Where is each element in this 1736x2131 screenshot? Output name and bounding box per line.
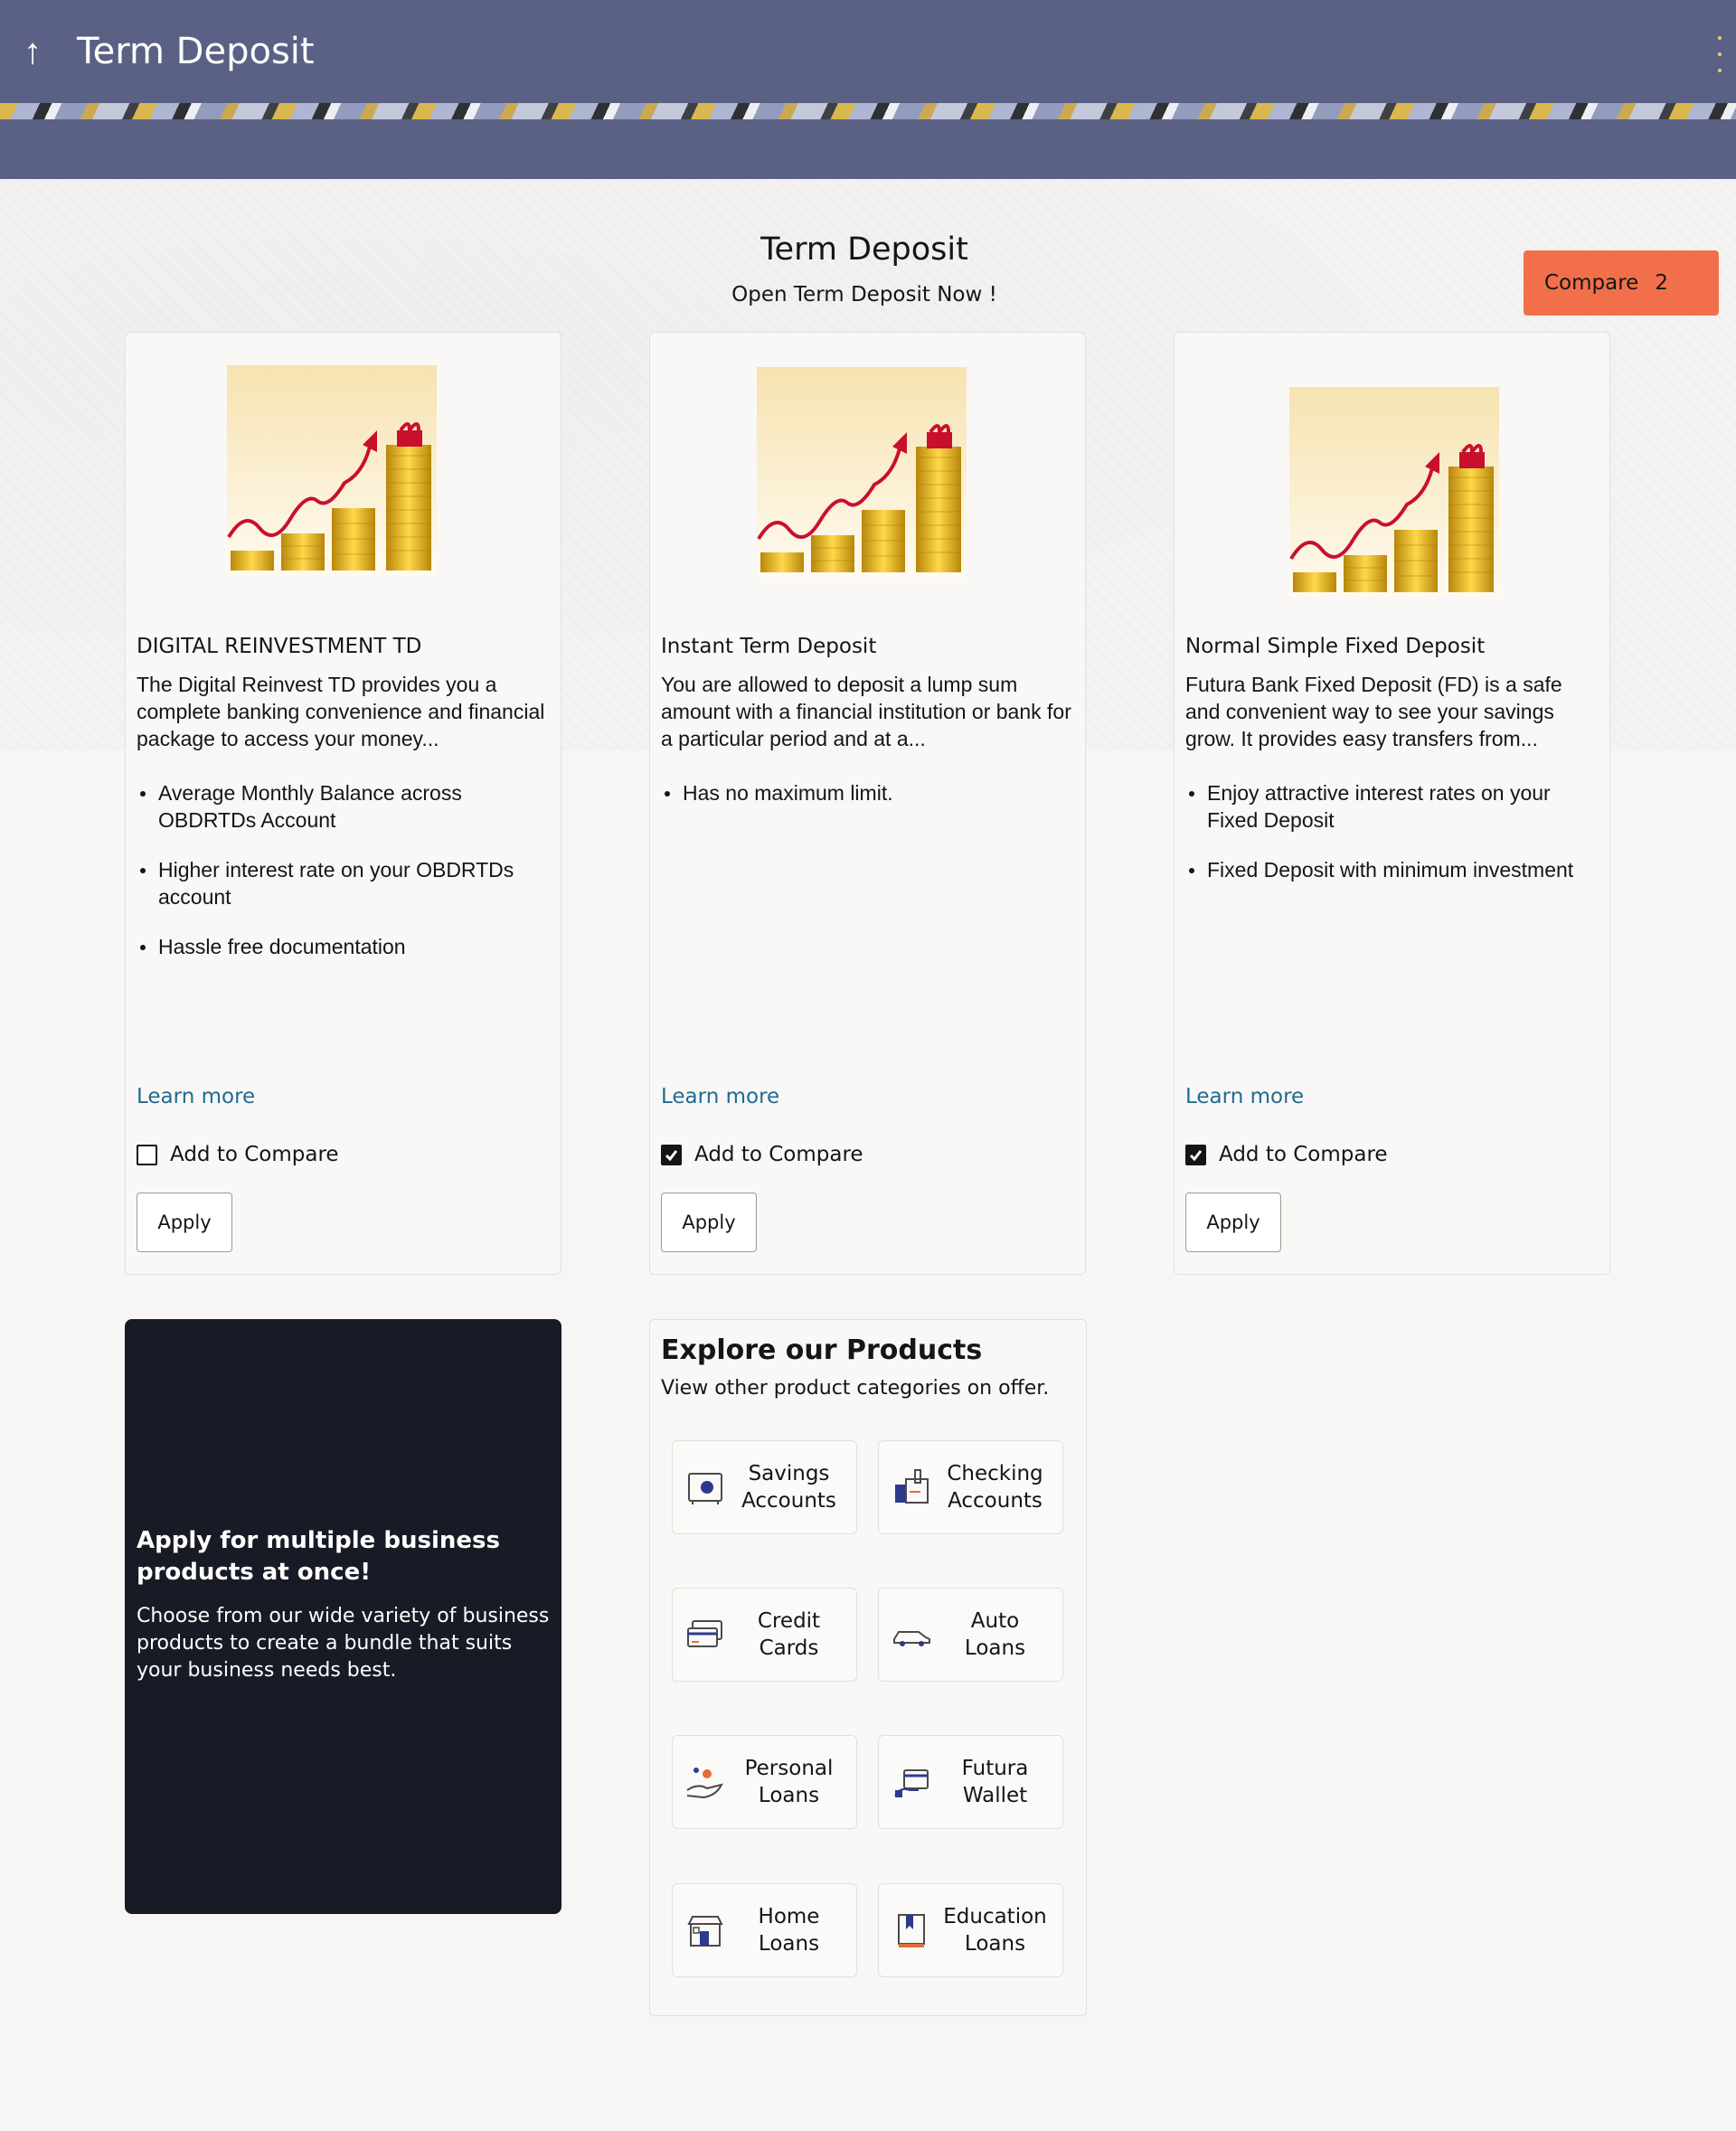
decorative-stripe [0, 103, 1736, 119]
kebab-menu-icon[interactable] [1712, 36, 1727, 72]
arrow-up-icon[interactable]: ↑ [14, 29, 51, 74]
category-label: Checking Accounts [947, 1462, 1043, 1513]
feature-item: Has no maximum limit. [661, 779, 1077, 806]
checkbox-unchecked[interactable] [137, 1144, 157, 1165]
product-description: Futura Bank Fixed Deposit (FD) is a safe… [1185, 673, 1562, 750]
add-to-compare-checkbox[interactable]: Add to Compare [661, 1143, 863, 1166]
category-home-loans[interactable]: Home Loans [672, 1883, 857, 1977]
explore-products-panel: Explore our Products View other product … [649, 1319, 1087, 2016]
feature-list: Enjoy attractive interest rates on your … [1185, 779, 1601, 906]
title-row: ↑ Term Deposit [0, 0, 1736, 104]
feature-item: Hassle free documentation [137, 933, 552, 960]
checkbox-checked[interactable] [1185, 1144, 1206, 1165]
add-to-compare-checkbox[interactable]: Add to Compare [137, 1143, 339, 1166]
page-title: Term Deposit [760, 231, 968, 268]
category-label: Education Loans [943, 1905, 1047, 1956]
checkbox-checked[interactable] [661, 1144, 682, 1165]
product-name: Instant Term Deposit [661, 635, 877, 658]
checkmark-icon [1189, 1149, 1203, 1161]
product-description: The Digital Reinvest TD provides you a c… [137, 673, 545, 750]
category-credit-cards[interactable]: Credit Cards [672, 1588, 857, 1682]
growth-chart-image [227, 365, 437, 575]
compare-button[interactable]: Compare 2 [1524, 250, 1719, 316]
app-header: ↑ Term Deposit [0, 0, 1736, 179]
category-futura-wallet[interactable]: Futura Wallet [878, 1735, 1063, 1829]
explore-title: Explore our Products [661, 1334, 983, 1366]
house-icon [687, 1916, 723, 1947]
product-card: DIGITAL REINVESTMENT TD The Digital Rein… [125, 332, 561, 1275]
add-to-compare-checkbox[interactable]: Add to Compare [1185, 1143, 1388, 1166]
feature-list: Average Monthly Balance across OBDRTDs A… [137, 779, 552, 983]
category-auto-loans[interactable]: Auto Loans [878, 1588, 1063, 1682]
feature-list: Has no maximum limit. [661, 779, 1077, 829]
checkmark-icon [665, 1149, 678, 1161]
product-name: Normal Simple Fixed Deposit [1185, 635, 1486, 658]
hand-coin-icon [686, 1768, 723, 1799]
category-label: Credit Cards [757, 1609, 821, 1660]
business-panel-title: Apply for multiple business products at … [137, 1527, 500, 1586]
learn-more-link[interactable]: Learn more [661, 1085, 779, 1108]
credit-card-icon [687, 1620, 722, 1647]
product-card: Normal Simple Fixed Deposit Futura Bank … [1174, 332, 1610, 1275]
category-label: Personal Loans [744, 1757, 834, 1807]
feature-item: Enjoy attractive interest rates on your … [1185, 779, 1601, 834]
product-card: Instant Term Deposit You are allowed to … [649, 332, 1086, 1275]
page-subtitle: Open Term Deposit Now ! [731, 283, 997, 306]
add-to-compare-label: Add to Compare [170, 1143, 339, 1166]
learn-more-link[interactable]: Learn more [1185, 1085, 1304, 1108]
safe-icon [688, 1473, 722, 1504]
apply-button[interactable]: Apply [661, 1193, 757, 1252]
book-icon [898, 1914, 925, 1947]
feature-item: Higher interest rate on your OBDRTDs acc… [137, 856, 552, 910]
category-label: Futura Wallet [961, 1757, 1029, 1807]
category-savings-accounts[interactable]: Savings Accounts [672, 1440, 857, 1534]
wallet-icon [894, 1769, 929, 1797]
app-title: Term Deposit [77, 31, 315, 72]
category-label: Home Loans [758, 1905, 820, 1956]
feature-item: Average Monthly Balance across OBDRTDs A… [137, 779, 552, 834]
add-to-compare-label: Add to Compare [1219, 1143, 1388, 1166]
compare-button-label: Compare [1544, 271, 1639, 295]
business-panel-text: Choose from our wide variety of business… [137, 1605, 550, 1682]
growth-chart-image [757, 367, 967, 577]
business-bundle-panel[interactable]: Apply for multiple business products at … [125, 1319, 561, 1914]
product-description: You are allowed to deposit a lump sum am… [661, 673, 1071, 750]
apply-button[interactable]: Apply [1185, 1193, 1281, 1252]
category-label: Auto Loans [964, 1609, 1026, 1660]
apply-button[interactable]: Apply [137, 1193, 232, 1252]
category-checking-accounts[interactable]: Checking Accounts [878, 1440, 1063, 1534]
category-education-loans[interactable]: Education Loans [878, 1883, 1063, 1977]
compare-count-badge: 2 [1655, 271, 1668, 295]
growth-chart-image [1289, 387, 1499, 597]
product-name: DIGITAL REINVESTMENT TD [137, 635, 422, 658]
feature-item: Fixed Deposit with minimum investment [1185, 856, 1601, 883]
add-to-compare-label: Add to Compare [694, 1143, 863, 1166]
car-icon [893, 1631, 930, 1646]
category-label: Savings Accounts [741, 1462, 836, 1513]
learn-more-link[interactable]: Learn more [137, 1085, 255, 1108]
checking-icon [895, 1469, 929, 1504]
header-band [0, 119, 1736, 179]
category-personal-loans[interactable]: Personal Loans [672, 1735, 857, 1829]
explore-subtitle: View other product categories on offer. [661, 1377, 1050, 1400]
